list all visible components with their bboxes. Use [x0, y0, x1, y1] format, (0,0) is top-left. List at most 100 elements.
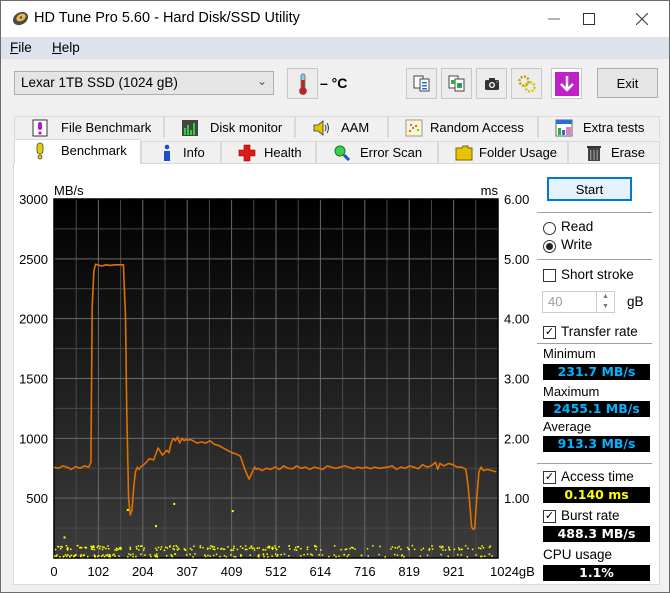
access-time-point [420, 549, 423, 551]
access-time-point [231, 510, 234, 513]
access-time-point [271, 547, 273, 549]
access-time-point [67, 554, 69, 556]
tab-erase[interactable]: Erase [568, 141, 660, 163]
access-time-point [59, 556, 61, 558]
access-time-point [467, 547, 469, 550]
access-time-point [300, 555, 302, 557]
access-time-point [128, 553, 130, 555]
access-time-point [428, 549, 430, 551]
access-time-point [230, 549, 232, 551]
y-tick-label: 2500 [19, 252, 48, 267]
access-time-point [164, 546, 167, 548]
access-time-point [346, 555, 349, 558]
screenshot-button[interactable] [476, 68, 507, 99]
stepper-arrows[interactable]: ▲ ▼ [596, 292, 614, 312]
tab-label: Folder Usage [479, 145, 558, 160]
cpu-usage-value: 1.1% [543, 565, 650, 581]
tab-aam[interactable]: AAM [295, 116, 388, 138]
start-button[interactable]: Start [547, 177, 632, 201]
burst-rate-checkbox[interactable]: ✓ [543, 510, 556, 523]
access-time-value: 0.140 ms [543, 487, 650, 503]
short-stroke-size-stepper[interactable]: 40 ▲ ▼ [542, 291, 615, 313]
access-time-point [212, 548, 215, 550]
y-tick-label: 2000 [19, 312, 48, 327]
maximum-value: 2455.1 MB/s [543, 401, 650, 417]
x-tick-label: 1024gB [490, 564, 535, 579]
menu-file[interactable]: File [10, 40, 32, 55]
temperature-button[interactable] [287, 68, 318, 99]
chevron-down-icon: ⌄ [256, 74, 267, 88]
access-time-point [320, 549, 322, 551]
x-tick-label: 0 [50, 564, 57, 579]
access-time-checkbox[interactable]: ✓ [543, 471, 556, 484]
access-time-point [489, 545, 492, 548]
copy-screen-button[interactable] [441, 68, 472, 99]
close-button[interactable] [619, 1, 665, 37]
y2-tick-label: 4.00 [504, 312, 529, 327]
access-time-point [241, 547, 244, 550]
tab-benchmark[interactable]: Benchmark [14, 139, 141, 164]
toolbar: Lexar 1TB SSD (1024 gB) ⌄ – °C Exit [1, 59, 669, 107]
menu-help[interactable]: Help [52, 40, 80, 55]
access-time-point [191, 548, 193, 551]
access-time-point [116, 549, 118, 552]
access-time-point [390, 548, 392, 550]
cpu-usage-label: CPU usage [543, 547, 613, 562]
close-icon [636, 13, 648, 25]
drive-select[interactable]: Lexar 1TB SSD (1024 gB) ⌄ [14, 71, 274, 95]
transfer-rate-checkbox[interactable]: ✓ [543, 326, 556, 339]
tab-random-access[interactable]: Random Access [388, 116, 538, 138]
copy-info-button[interactable] [406, 68, 437, 99]
tab-extra-tests[interactable]: Extra tests [538, 116, 660, 138]
thermometer-icon [298, 73, 307, 95]
access-time-point [461, 548, 463, 551]
magnifier-icon [334, 145, 351, 162]
access-time-point [466, 556, 469, 558]
options-button[interactable] [511, 68, 542, 99]
access-time-point [219, 555, 221, 558]
tab-info[interactable]: Info [141, 141, 221, 163]
x-tick-label: 409 [221, 564, 243, 579]
access-time-point [173, 502, 176, 505]
access-time-point [192, 556, 194, 558]
save-button[interactable] [551, 68, 582, 99]
tab-label: Extra tests [583, 120, 645, 135]
minimize-icon [548, 18, 560, 20]
access-time-point [115, 547, 118, 550]
access-time-point [280, 553, 282, 556]
maximize-button[interactable] [566, 1, 612, 37]
tab-label: Health [264, 145, 302, 160]
tab-error-scan[interactable]: Error Scan [316, 141, 438, 163]
tab-folder-usage[interactable]: Folder Usage [438, 141, 568, 163]
access-time-point [174, 553, 177, 555]
access-time-point [480, 547, 482, 550]
write-label: Write [561, 237, 593, 252]
x-tick-label: 716 [354, 564, 376, 579]
access-time-point [107, 555, 110, 558]
tab-disk-monitor[interactable]: Disk monitor [164, 116, 295, 138]
short-stroke-label: Short stroke [561, 267, 634, 282]
disk-monitor-icon [182, 120, 198, 136]
access-time-point [170, 554, 172, 556]
x-tick-label: 614 [310, 564, 332, 579]
tab-label: AAM [341, 120, 370, 135]
access-time-point [135, 546, 138, 548]
tab-file-benchmark[interactable]: File Benchmark [14, 116, 164, 138]
access-time-point [266, 553, 268, 555]
write-radio[interactable] [543, 240, 556, 253]
access-time-point [453, 548, 456, 551]
access-time-point [199, 545, 202, 547]
access-time-point [120, 546, 122, 549]
access-time-point [166, 547, 169, 549]
access-time-point [262, 553, 265, 556]
exit-button[interactable]: Exit [597, 68, 658, 98]
access-time-point [394, 547, 396, 549]
read-radio[interactable] [543, 222, 556, 235]
tab-health[interactable]: Health [221, 141, 316, 163]
short-stroke-checkbox[interactable] [543, 269, 556, 282]
access-time-point [157, 546, 160, 549]
separator [537, 212, 652, 213]
access-time-point [105, 554, 107, 557]
access-time-point [173, 548, 176, 551]
access-time-point [140, 545, 142, 547]
